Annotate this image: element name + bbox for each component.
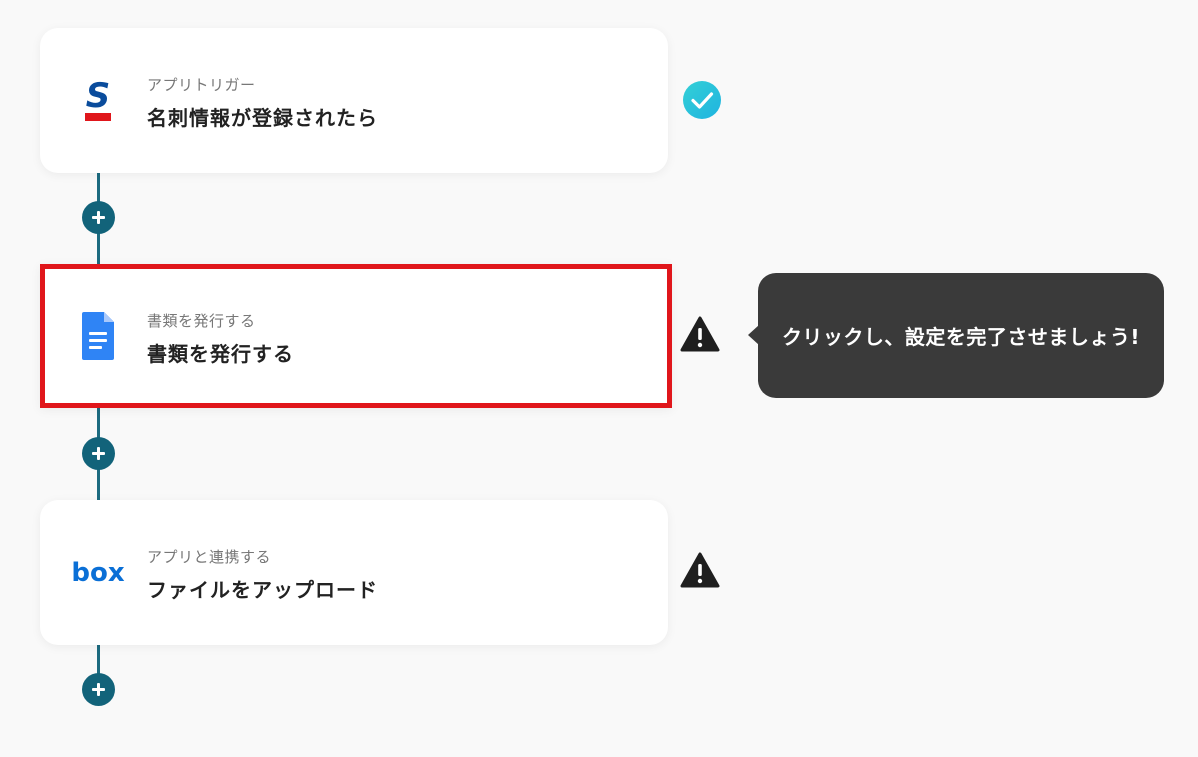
add-step-button[interactable]: [82, 201, 115, 234]
step-card-issue-document[interactable]: 書類を発行する 書類を発行する: [40, 264, 672, 408]
step-sub-label: アプリと連携する: [147, 548, 272, 566]
setup-tooltip: クリックし、設定を完了させましょう!: [748, 273, 1164, 398]
google-docs-icon: [68, 306, 128, 366]
add-step-button[interactable]: [82, 437, 115, 470]
step-title: 名刺情報が登録されたら: [147, 106, 378, 130]
step-sub-label: 書類を発行する: [147, 312, 256, 330]
step-title: 書類を発行する: [147, 342, 294, 366]
add-step-button[interactable]: [82, 673, 115, 706]
tooltip-text: クリックし、設定を完了させましょう!: [781, 325, 1141, 349]
step-card-trigger[interactable]: S アプリトリガー 名刺情報が登録されたら: [40, 28, 668, 173]
warning-icon: [680, 550, 720, 590]
svg-text:box: box: [71, 558, 124, 588]
workflow-canvas: S アプリトリガー 名刺情報が登録されたら 書類を発行する 書類を発行する クリ…: [0, 0, 1198, 757]
warning-icon: [680, 314, 720, 354]
box-logo-icon: box: [68, 543, 128, 603]
svg-text:S: S: [86, 76, 111, 116]
step-sub-label: アプリトリガー: [147, 76, 256, 94]
check-icon: [682, 80, 722, 120]
sansan-logo-icon: S: [68, 71, 128, 131]
step-title: ファイルをアップロード: [147, 578, 378, 602]
step-card-upload-file[interactable]: box アプリと連携する ファイルをアップロード: [40, 500, 668, 645]
